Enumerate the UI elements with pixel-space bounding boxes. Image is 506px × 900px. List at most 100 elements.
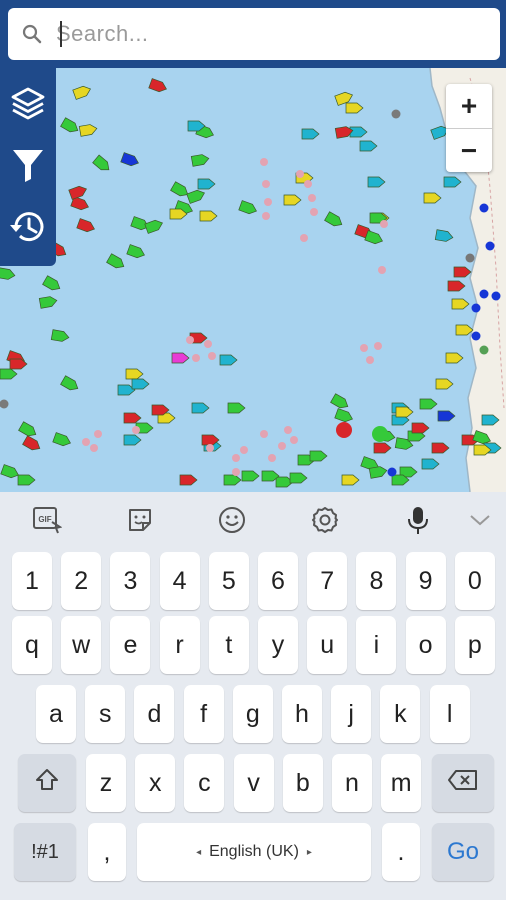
vessel-marker[interactable] bbox=[123, 434, 142, 446]
vessel-marker[interactable] bbox=[76, 218, 96, 234]
key-3[interactable]: 3 bbox=[110, 552, 151, 610]
key-f[interactable]: f bbox=[183, 685, 224, 743]
vessel-marker[interactable] bbox=[453, 266, 472, 278]
vessel-marker[interactable] bbox=[367, 176, 386, 188]
search-input[interactable] bbox=[56, 21, 456, 47]
history-button[interactable] bbox=[6, 204, 50, 254]
vessel-marker[interactable] bbox=[324, 211, 345, 229]
shift-key[interactable] bbox=[18, 754, 76, 812]
vessel-marker[interactable] bbox=[443, 176, 462, 188]
vessel-marker[interactable] bbox=[395, 406, 414, 418]
vessel-marker[interactable] bbox=[125, 368, 144, 380]
key-m[interactable]: m bbox=[381, 754, 422, 812]
vessel-marker[interactable] bbox=[199, 210, 218, 222]
station-marker[interactable] bbox=[479, 203, 489, 213]
station-marker[interactable] bbox=[336, 422, 352, 438]
key-i[interactable]: i bbox=[356, 616, 397, 674]
key-y[interactable]: y bbox=[258, 616, 298, 674]
vessel-marker[interactable] bbox=[309, 450, 328, 462]
vessel-marker[interactable] bbox=[50, 329, 70, 343]
key-6[interactable]: 6 bbox=[258, 552, 298, 610]
station-marker[interactable] bbox=[465, 253, 475, 263]
vessel-marker[interactable] bbox=[445, 352, 464, 364]
station-marker[interactable] bbox=[0, 399, 9, 409]
backspace-key[interactable] bbox=[432, 754, 494, 812]
key-7[interactable]: 7 bbox=[307, 552, 348, 610]
key-d[interactable]: d bbox=[134, 685, 175, 743]
key-r[interactable]: r bbox=[159, 616, 200, 674]
key-x[interactable]: x bbox=[135, 754, 176, 812]
vessel-marker[interactable] bbox=[447, 280, 466, 292]
key-g[interactable]: g bbox=[232, 685, 273, 743]
station-marker[interactable] bbox=[471, 331, 481, 341]
key-9[interactable]: 9 bbox=[405, 552, 446, 610]
key-t[interactable]: t bbox=[208, 616, 249, 674]
vessel-marker[interactable] bbox=[359, 140, 378, 152]
vessel-marker[interactable] bbox=[38, 296, 58, 309]
station-marker[interactable] bbox=[485, 241, 495, 251]
sticker-button[interactable] bbox=[122, 504, 158, 540]
vessel-marker[interactable] bbox=[349, 126, 368, 138]
key-8[interactable]: 8 bbox=[356, 552, 397, 610]
go-key[interactable]: Go bbox=[432, 823, 494, 881]
vessel-marker[interactable] bbox=[423, 192, 442, 204]
vessel-marker[interactable] bbox=[345, 102, 364, 114]
key-b[interactable]: b bbox=[282, 754, 323, 812]
vessel-marker[interactable] bbox=[434, 229, 454, 243]
vessel-marker[interactable] bbox=[373, 442, 392, 454]
key-w[interactable]: w bbox=[61, 616, 102, 674]
vessel-marker[interactable] bbox=[238, 200, 258, 216]
vessel-marker[interactable] bbox=[0, 267, 16, 281]
key-u[interactable]: u bbox=[307, 616, 348, 674]
key-e[interactable]: e bbox=[110, 616, 151, 674]
vessel-marker[interactable] bbox=[431, 442, 450, 454]
vessel-marker[interactable] bbox=[131, 378, 150, 390]
symbols-key[interactable]: !#1 bbox=[14, 823, 76, 881]
vessel-marker[interactable] bbox=[341, 474, 360, 486]
vessel-map[interactable] bbox=[0, 68, 506, 492]
vessel-marker[interactable] bbox=[120, 152, 140, 168]
vessel-marker[interactable] bbox=[241, 470, 260, 482]
vessel-marker[interactable] bbox=[419, 398, 438, 410]
layers-button[interactable] bbox=[6, 80, 50, 130]
vessel-marker[interactable] bbox=[437, 410, 456, 422]
collapse-keyboard-button[interactable] bbox=[462, 504, 498, 540]
vessel-marker[interactable] bbox=[435, 378, 454, 390]
station-marker[interactable] bbox=[372, 426, 388, 442]
vessel-marker[interactable] bbox=[42, 275, 63, 293]
vessel-marker[interactable] bbox=[364, 230, 384, 246]
vessel-marker[interactable] bbox=[52, 432, 72, 448]
station-marker[interactable] bbox=[471, 303, 481, 313]
vessel-marker[interactable] bbox=[186, 188, 206, 204]
comma-key[interactable]: , bbox=[88, 823, 126, 881]
vessel-marker[interactable] bbox=[283, 194, 302, 206]
key-4[interactable]: 4 bbox=[159, 552, 200, 610]
vessel-marker[interactable] bbox=[301, 128, 320, 140]
vessel-marker[interactable] bbox=[330, 393, 351, 411]
vessel-marker[interactable] bbox=[148, 78, 168, 94]
microphone-button[interactable] bbox=[400, 504, 436, 540]
vessel-marker[interactable] bbox=[227, 402, 246, 414]
settings-button[interactable] bbox=[307, 504, 343, 540]
vessel-marker[interactable] bbox=[126, 244, 146, 260]
gif-button[interactable]: GIF bbox=[29, 504, 65, 540]
key-c[interactable]: c bbox=[184, 754, 225, 812]
vessel-marker[interactable] bbox=[197, 178, 216, 190]
key-1[interactable]: 1 bbox=[12, 552, 52, 610]
vessel-marker[interactable] bbox=[123, 412, 142, 424]
key-v[interactable]: v bbox=[233, 754, 274, 812]
key-l[interactable]: l bbox=[429, 685, 470, 743]
filter-button[interactable] bbox=[6, 142, 50, 192]
vessel-marker[interactable] bbox=[60, 117, 81, 135]
vessel-marker[interactable] bbox=[106, 253, 127, 271]
key-p[interactable]: p bbox=[454, 616, 495, 674]
station-marker[interactable] bbox=[479, 345, 489, 355]
key-q[interactable]: q bbox=[12, 616, 52, 674]
map-canvas[interactable] bbox=[0, 68, 506, 492]
key-o[interactable]: o bbox=[405, 616, 446, 674]
vessel-marker[interactable] bbox=[191, 402, 210, 414]
vessel-marker[interactable] bbox=[190, 154, 210, 167]
zoom-in-button[interactable]: + bbox=[446, 84, 492, 128]
key-2[interactable]: 2 bbox=[61, 552, 102, 610]
vessel-marker[interactable] bbox=[411, 422, 430, 434]
